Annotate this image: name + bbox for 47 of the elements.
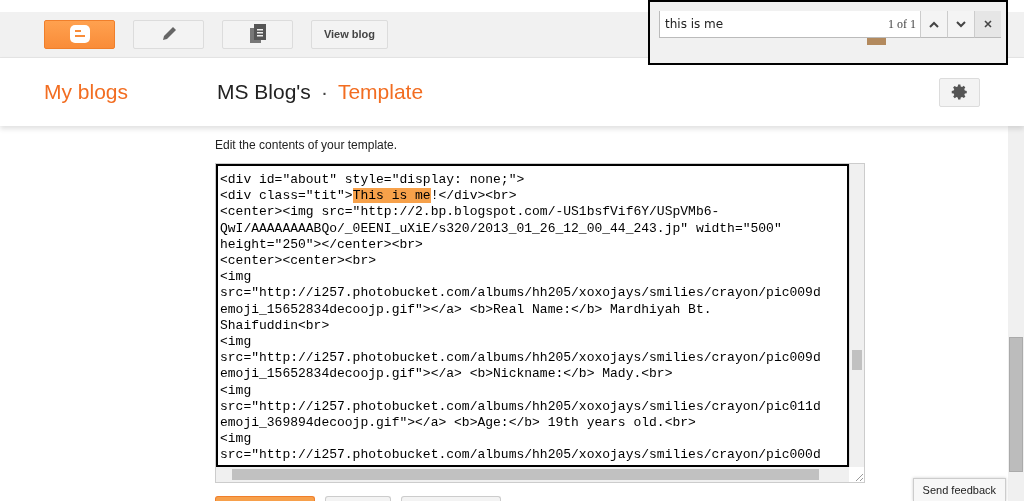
code-line: <center><center><br> bbox=[220, 253, 378, 270]
code-line: emoji_15652834decoojp.gif"></a> <b>Nickname:</b> Mady.<br> bbox=[220, 366, 674, 383]
template-code-editor[interactable] bbox=[216, 164, 849, 467]
resize-grip-icon[interactable] bbox=[855, 473, 864, 482]
settings-button[interactable] bbox=[939, 77, 980, 107]
close-icon bbox=[984, 20, 992, 28]
blogger-button[interactable] bbox=[44, 19, 115, 49]
secondary-button[interactable] bbox=[325, 496, 391, 501]
code-line: Shaifuddin<br> bbox=[220, 317, 331, 335]
find-field[interactable]: this is me bbox=[659, 11, 888, 38]
posts-button[interactable] bbox=[222, 19, 293, 49]
chevron-up-icon bbox=[929, 20, 939, 28]
code-line: <img bbox=[220, 334, 253, 351]
vertical-scrollbar[interactable] bbox=[849, 164, 864, 467]
close-button[interactable] bbox=[974, 11, 1001, 38]
next-match-button[interactable] bbox=[947, 11, 974, 38]
secondary-button[interactable] bbox=[401, 496, 501, 501]
new-post-button[interactable] bbox=[133, 19, 204, 49]
code-line: src="http://i257.photobucket.com/albums/hh205/xoxojays/smilies/crayon/pic009d bbox=[220, 285, 822, 302]
horizontal-scrollbar[interactable] bbox=[216, 467, 849, 482]
code-line: <div id="about" style="display: none;"> bbox=[220, 172, 526, 189]
code-line: QwI/AAAAAAAABQo/_0EENI_uXiE/s320/2013_01_26_12_00_44_243.jp" width="500" bbox=[220, 220, 783, 237]
previous-match-button[interactable] bbox=[920, 11, 947, 38]
code-line: <center><img src="http://2.bp.blogspot.com/-US1bsfVif6Y/USpVMb6- bbox=[220, 204, 721, 221]
thumbnail-image bbox=[867, 38, 886, 45]
breadcrumb-separator: · bbox=[320, 80, 328, 105]
section-title: Template bbox=[337, 80, 424, 105]
view-blog-button[interactable]: View blog bbox=[311, 19, 388, 49]
send-feedback-button[interactable]: Send feedback bbox=[912, 478, 1006, 501]
code-line: <img bbox=[220, 269, 253, 286]
page-scrollbar[interactable] bbox=[1008, 126, 1024, 501]
code-line: <img bbox=[220, 431, 253, 448]
match-count: 1 of 1 bbox=[888, 11, 920, 38]
code-line: emoji_369894decoojp.gif"></a> <b>Age:</b> 19th years old.<br> bbox=[220, 415, 697, 432]
editor-instructions: Edit the contents of your template. bbox=[215, 138, 399, 152]
code-line: src="http://i257.photobucket.com/albums/hh205/xoxojays/smilies/crayon/pic009d bbox=[220, 350, 822, 367]
code-line: height="250"></center><br> bbox=[220, 236, 424, 253]
code-line: src="http://i257.photobucket.com/albums/hh205/xoxojays/smilies/crayon/pic000d bbox=[220, 447, 822, 464]
blogger-logo-icon bbox=[69, 25, 90, 44]
pages-icon bbox=[249, 24, 266, 45]
code-line: src="http://i257.photobucket.com/albums/hh205/xoxojays/smilies/crayon/pic011d bbox=[220, 398, 822, 416]
chevron-down-icon bbox=[956, 20, 966, 28]
code-line: emoji_15652834decoojp.gif"></a> <b>Real Name:</b> Mardhiyah Bt. bbox=[220, 301, 713, 318]
settings-icon bbox=[950, 83, 969, 102]
code-line: <div class="tit">This is me!</div><br> bbox=[220, 188, 518, 205]
blog-name: MS Blog's bbox=[217, 80, 311, 105]
code-line: <img bbox=[220, 382, 253, 399]
